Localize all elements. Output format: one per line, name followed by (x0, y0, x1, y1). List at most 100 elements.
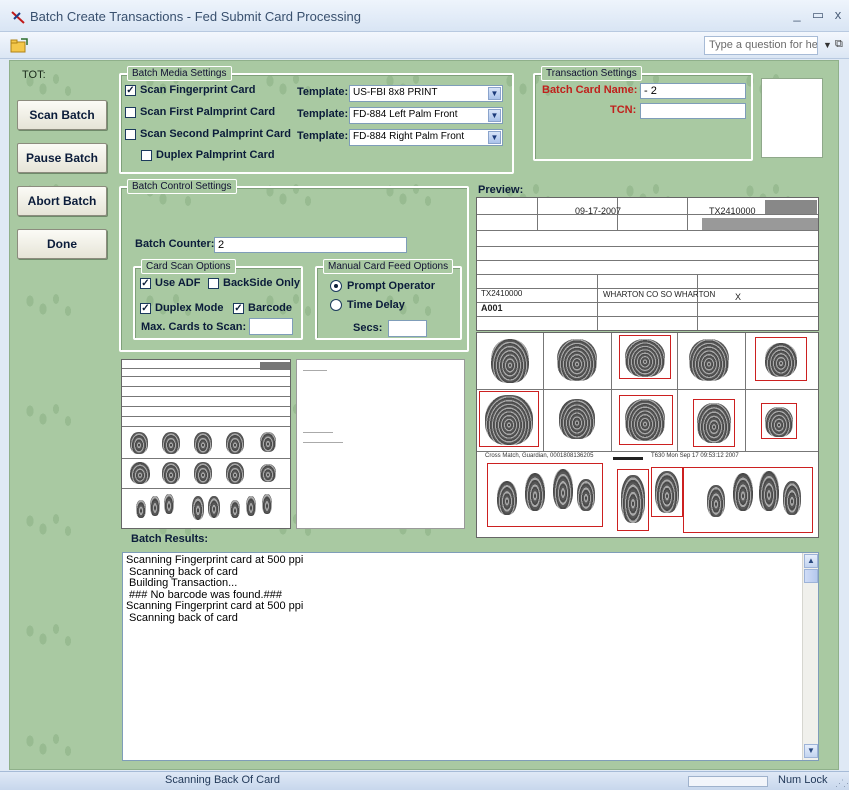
select-value: US-FBI 8x8 PRINT (353, 87, 438, 98)
menu-toolbar: Type a question for help ▼ ⧉ (0, 32, 849, 59)
scan-timestamp: T630 Mon Sep 17 09:53:12 2007 (651, 453, 739, 459)
help-dropdown-icon[interactable]: ▼ (823, 40, 832, 50)
num-lock-indicator: Num Lock (778, 774, 828, 786)
use-adf-checkbox-row[interactable]: ✓ Use ADF (140, 277, 200, 289)
scan-second-palmprint-checkbox-row[interactable]: Scan Second Palmprint Card (125, 128, 291, 140)
scroll-thumb[interactable] (804, 569, 818, 583)
secs-input[interactable] (388, 320, 427, 337)
card-mark: X (735, 292, 742, 302)
scan-first-palmprint-checkbox-row[interactable]: Scan First Palmprint Card (125, 106, 275, 118)
batch-card-name-input[interactable]: - 2 (640, 83, 746, 99)
checkbox-label: Scan First Palmprint Card (140, 106, 276, 118)
status-progress-bar (688, 776, 768, 787)
checkbox-label: BackSide Only (223, 277, 301, 289)
maximize-button[interactable]: ▭ (809, 6, 827, 24)
max-cards-label: Max. Cards to Scan: (141, 321, 247, 333)
mdi-restore-icon[interactable]: ⧉ (835, 38, 843, 51)
duplex-palmprint-checkbox-row[interactable]: Duplex Palmprint Card (141, 149, 275, 161)
checkbox[interactable] (125, 128, 136, 140)
radio-button[interactable] (330, 299, 342, 311)
pause-batch-button[interactable]: Pause Batch (17, 143, 107, 173)
second-palm-template-select[interactable]: FD-884 Right Palm Front ▼ (349, 129, 503, 146)
open-folder-icon[interactable] (10, 38, 28, 54)
checkbox[interactable] (208, 277, 219, 289)
card-id: TX2410000 (709, 206, 756, 216)
results-line: Building Transaction... (126, 577, 238, 589)
abort-batch-button[interactable]: Abort Batch (17, 186, 107, 216)
preview-card-front: 09-17-2007 TX2410000 TX2410000 WHARTON C… (476, 197, 819, 331)
radio-button[interactable] (330, 280, 342, 292)
help-search-input[interactable]: Type a question for help (704, 36, 818, 55)
title-bar: Batch Create Transactions - Fed Submit C… (0, 0, 849, 32)
max-cards-input[interactable] (249, 318, 293, 335)
window-title: Batch Create Transactions - Fed Submit C… (30, 9, 361, 24)
checkbox[interactable]: ✓ (140, 277, 151, 289)
card-id-2: TX2410000 (481, 289, 523, 298)
template-label: Template: (297, 108, 349, 120)
radio-label: Time Delay (347, 299, 405, 311)
secs-label: Secs: (353, 322, 383, 334)
group-legend: Card Scan Options (141, 259, 236, 274)
chevron-down-icon[interactable]: ▼ (488, 109, 501, 122)
select-value: FD-884 Right Palm Front (353, 131, 465, 142)
template-label: Template: (297, 130, 349, 142)
chevron-down-icon[interactable]: ▼ (488, 131, 501, 144)
checkbox-label: Scan Second Palmprint Card (140, 128, 291, 140)
select-value: FD-884 Left Palm Front (353, 109, 458, 120)
resize-grip-icon[interactable]: ⋰⋰ (835, 778, 849, 789)
card-agency: WHARTON CO SO WHARTON (603, 290, 716, 299)
group-legend: Batch Media Settings (127, 66, 232, 81)
photo-preview (761, 78, 823, 158)
preview-card-prints: Cross Match, Guardian, 0001808136205 T63… (476, 332, 819, 538)
barcode-checkbox-row[interactable]: ✓ Barcode (233, 302, 292, 314)
card-code: A001 (481, 303, 503, 313)
scan-fingerprint-checkbox-row[interactable]: ✓ Scan Fingerprint Card (125, 84, 256, 96)
status-bar: Scanning Back Of Card Num Lock ⋰⋰ (0, 771, 849, 790)
tcn-input[interactable] (640, 103, 746, 119)
fingerprint-template-select[interactable]: US-FBI 8x8 PRINT ▼ (349, 85, 503, 102)
batch-counter-label: Batch Counter: (135, 238, 215, 250)
status-message: Scanning Back Of Card (165, 774, 280, 786)
checkbox[interactable]: ✓ (125, 84, 136, 96)
time-delay-radio-row[interactable]: Time Delay (330, 299, 405, 311)
tcn-label: TCN: (610, 104, 637, 116)
duplex-mode-checkbox-row[interactable]: ✓ Duplex Mode (140, 302, 223, 314)
tot-label: TOT: (22, 69, 46, 81)
cross-match-label: Cross Match, Guardian, 0001808136205 (485, 453, 594, 459)
minimize-button[interactable]: _ (788, 6, 806, 24)
thumbnail-card-front (121, 359, 291, 529)
batch-results-log[interactable]: Scanning Fingerprint card at 500 ppi Sca… (122, 552, 819, 761)
group-legend: Transaction Settings (541, 66, 642, 81)
scroll-up-icon[interactable]: ▲ (804, 554, 818, 568)
checkbox-label: Barcode (248, 302, 293, 314)
checkbox[interactable] (141, 149, 152, 161)
scroll-down-icon[interactable]: ▼ (804, 744, 818, 758)
template-label: Template: (297, 86, 349, 98)
group-legend: Batch Control Settings (127, 179, 237, 194)
first-palm-template-select[interactable]: FD-884 Left Palm Front ▼ (349, 107, 503, 124)
prompt-operator-radio-row[interactable]: Prompt Operator (330, 280, 435, 292)
backside-only-checkbox-row[interactable]: BackSide Only (208, 277, 300, 289)
batch-results-label: Batch Results: (131, 533, 209, 545)
results-line: Scanning Fingerprint card at 500 ppi (126, 600, 304, 612)
checkbox[interactable]: ✓ (140, 302, 151, 314)
checkbox[interactable]: ✓ (233, 302, 244, 314)
checkbox[interactable] (125, 106, 136, 118)
close-button[interactable]: x (829, 6, 847, 24)
batch-counter-input[interactable]: 2 (214, 237, 407, 253)
checkbox-label: Use ADF (155, 277, 201, 289)
card-date: 09-17-2007 (575, 206, 622, 216)
preview-label: Preview: (478, 184, 524, 196)
results-text: Scanning Fingerprint card at 500 ppi Sca… (126, 554, 304, 624)
results-scrollbar[interactable]: ▲ ▼ (802, 553, 818, 760)
radio-label: Prompt Operator (347, 280, 436, 292)
chevron-down-icon[interactable]: ▼ (488, 87, 501, 100)
checkbox-label: Duplex Palmprint Card (156, 149, 275, 161)
group-legend: Manual Card Feed Options (323, 259, 454, 274)
thumbnail-card-back (296, 359, 465, 529)
checkbox-label: Duplex Mode (155, 302, 224, 314)
results-line: Scanning Fingerprint card at 500 ppi (126, 554, 304, 566)
done-button[interactable]: Done (17, 229, 107, 259)
scan-batch-button[interactable]: Scan Batch (17, 100, 107, 130)
batch-card-name-label: Batch Card Name: (542, 84, 638, 96)
